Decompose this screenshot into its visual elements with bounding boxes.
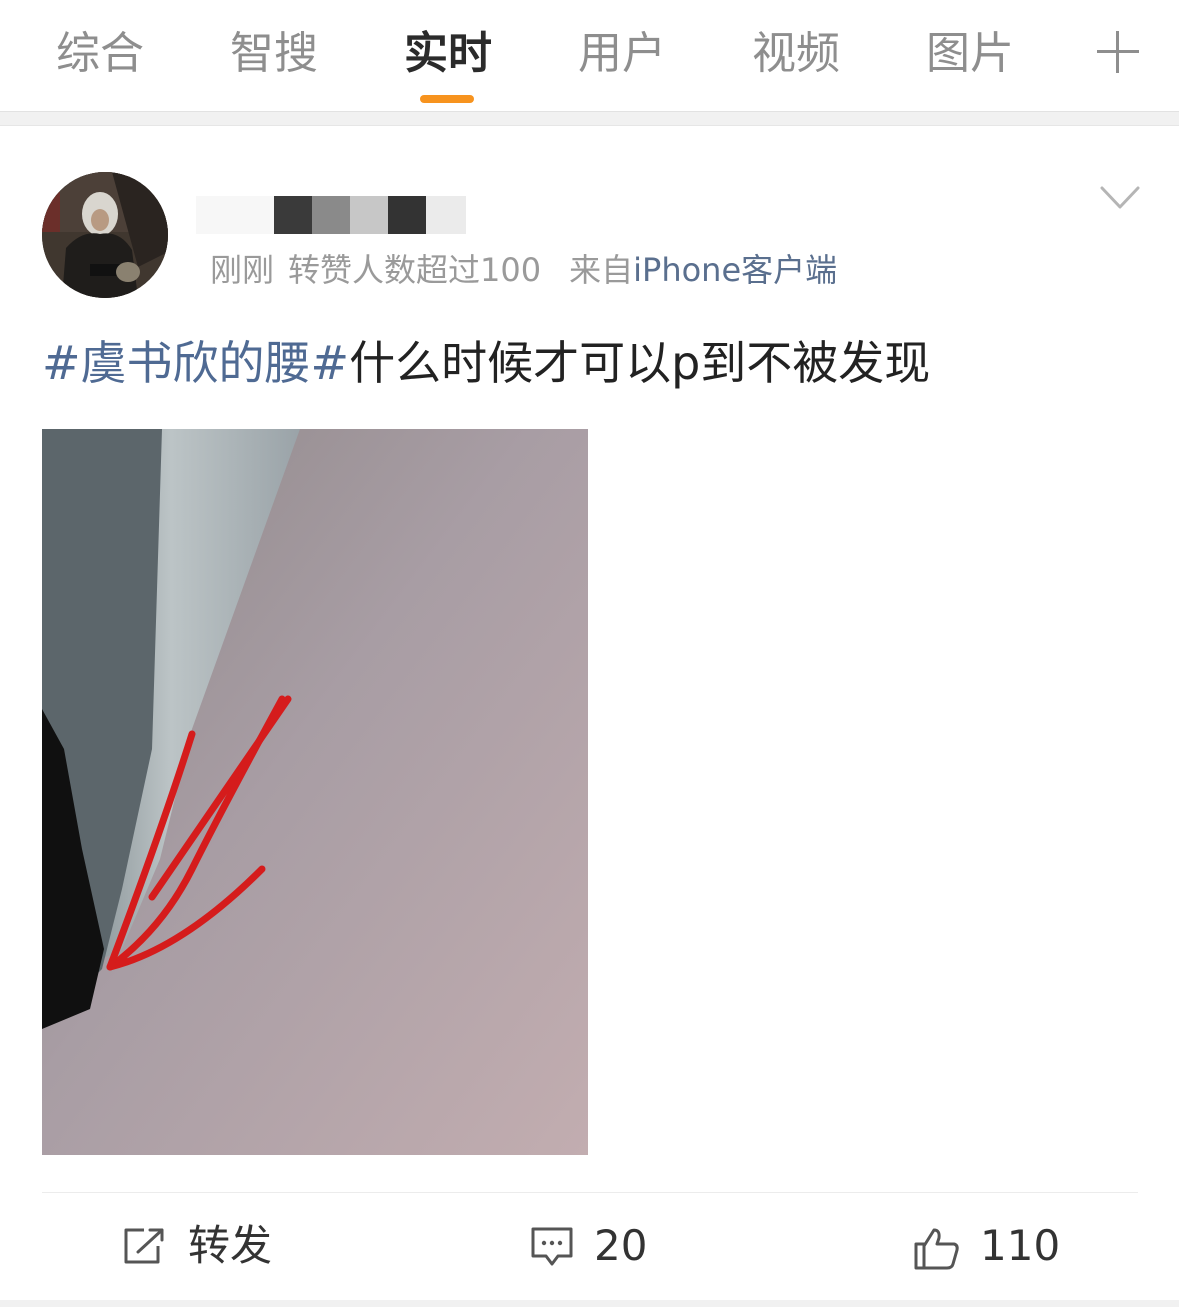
like-button[interactable]: 110 xyxy=(912,1218,1060,1274)
repost-note: 转赞人数超过100 xyxy=(288,251,542,289)
source-prefix: 来自 xyxy=(569,251,634,289)
repost-button[interactable]: 转发 xyxy=(122,1218,282,1274)
plus-icon[interactable] xyxy=(1097,31,1139,73)
tab-realtime[interactable]: 实时 xyxy=(402,26,494,82)
avatar[interactable] xyxy=(42,172,168,298)
tab-images[interactable]: 图片 xyxy=(924,26,1016,82)
thumbs-up-icon xyxy=(914,1228,959,1270)
tab-comprehensive[interactable]: 综合 xyxy=(54,26,146,82)
hashtag-link[interactable]: #虞书欣的腰# xyxy=(42,336,349,390)
comment-icon xyxy=(531,1227,573,1266)
chevron-down-icon[interactable] xyxy=(1100,185,1140,211)
share-icon xyxy=(124,1228,164,1264)
tab-users[interactable]: 用户 xyxy=(576,26,668,82)
like-count: 110 xyxy=(980,1221,1061,1270)
post-time: 刚刚 xyxy=(210,251,275,289)
tab-smart-search[interactable]: 智搜 xyxy=(228,26,320,82)
repost-label: 转发 xyxy=(188,1221,273,1270)
source-client: iPhone客户端 xyxy=(633,251,838,289)
post-image[interactable] xyxy=(42,429,588,1155)
tab-videos[interactable]: 视频 xyxy=(750,26,842,82)
post-meta: 刚刚 转赞人数超过100 来自iPhone客户端 xyxy=(210,248,837,292)
active-tab-indicator xyxy=(420,95,474,103)
post-text: #虞书欣的腰#什么时候才可以p到不被发现 xyxy=(42,332,930,394)
search-tab-bar: 综合 智搜 实时 用户 视频 图片 xyxy=(0,0,1179,112)
comment-count: 20 xyxy=(594,1221,648,1270)
post-body: 什么时候才可以p到不被发现 xyxy=(349,336,931,390)
action-divider xyxy=(42,1192,1138,1193)
section-separator xyxy=(0,112,1179,126)
avatar-photo xyxy=(42,172,168,298)
post-photo xyxy=(42,429,588,1155)
username-obscured[interactable] xyxy=(196,192,476,238)
bottom-separator xyxy=(0,1300,1179,1307)
comment-button[interactable]: 20 xyxy=(530,1218,660,1274)
